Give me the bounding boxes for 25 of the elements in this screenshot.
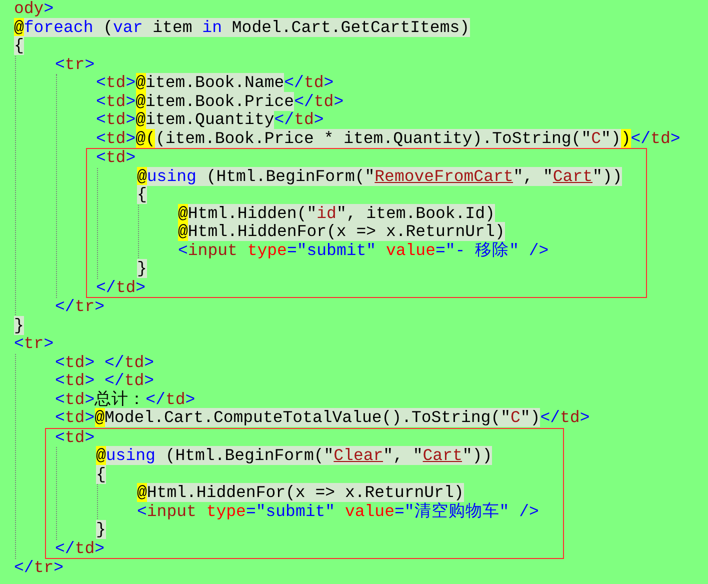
- code-line: @Html.HiddenFor(x => x.ReturnUrl): [137, 484, 464, 502]
- code-line: <td>: [96, 149, 136, 168]
- code-line: <input type="submit" value="清空购物车" />: [137, 502, 539, 521]
- code-line: <td>@item.Quantity</td>: [96, 111, 324, 130]
- code-line: <td>总计：</td>: [55, 390, 196, 409]
- code-line: </td>: [96, 278, 146, 297]
- code-line: @using (Html.BeginForm("RemoveFromCart", "Cart")): [137, 168, 622, 186]
- code-line: @using (Html.BeginForm("Clear", "Cart")): [96, 447, 492, 466]
- code-line: <td> </td>: [55, 354, 154, 372]
- code-line: ody>: [14, 0, 54, 18]
- code-line: <tr>: [14, 335, 54, 354]
- code-line: @foreach (var item in Model.Cart.GetCartItems): [14, 18, 470, 37]
- code-line: <td>: [55, 428, 95, 447]
- code-line: <input type="submit" value="- 移除" />: [178, 242, 549, 260]
- code-line: </tr>: [55, 298, 105, 316]
- code-line: <td>@item.Book.Price</td>: [96, 92, 344, 111]
- code-line: <td>@item.Book.Name</td>: [96, 74, 334, 92]
- code-line: </td>: [55, 540, 105, 558]
- code-line: <td>@Model.Cart.ComputeTotalValue().ToString("C")</td>: [55, 409, 590, 428]
- code-line: </tr>: [14, 559, 64, 578]
- code-line: <tr>: [55, 56, 95, 74]
- code-line: @Html.Hidden("id", item.Book.Id): [178, 204, 495, 223]
- code-line: <td>@((item.Book.Price * item.Quantity).ToString("C"))</td>: [96, 130, 680, 148]
- code-line: <td> </td>: [55, 372, 154, 390]
- code-line: @Html.HiddenFor(x => x.ReturnUrl): [178, 223, 505, 242]
